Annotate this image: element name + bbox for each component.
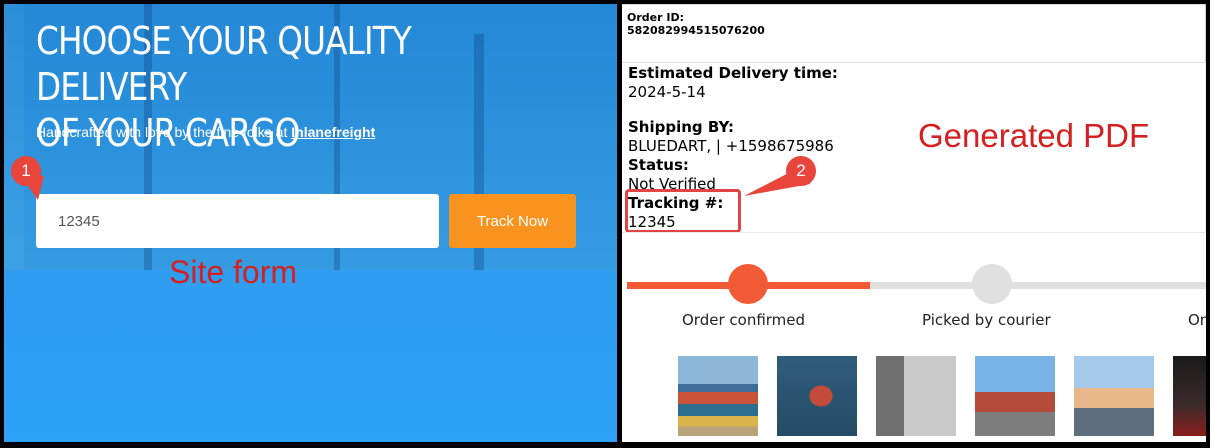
tagline-text: Handcrafted with love by the fine folks …	[36, 124, 292, 140]
step-dot-order-confirmed	[728, 264, 768, 304]
thumbnail-partial	[1173, 356, 1206, 436]
divider	[1205, 4, 1206, 62]
divider	[1205, 62, 1206, 232]
shipping-by-label: Shipping BY:	[628, 118, 735, 136]
divider	[622, 4, 1206, 5]
thumbnail-cargo-ship	[777, 356, 857, 436]
estimated-delivery-value: 2024-5-14	[628, 83, 706, 101]
screenshot-frame: CHOOSE YOUR QUALITY DELIVERY OF YOUR CAR…	[0, 0, 1210, 448]
step-label-picked-by-courier: Picked by courier	[922, 311, 1051, 329]
tracking-number-input[interactable]	[36, 194, 439, 248]
status-label: Status:	[628, 156, 689, 174]
tracking-highlight-box	[625, 189, 741, 233]
step-label-order-confirmed: Order confirmed	[682, 311, 806, 329]
estimated-delivery-label: Estimated Delivery time:	[628, 64, 838, 82]
order-id-label: Order ID:	[627, 11, 684, 24]
inlanefreight-link[interactable]: Inlanefreight	[291, 124, 375, 140]
order-id-value: 582082994515076200	[627, 24, 765, 37]
site-hero-panel: CHOOSE YOUR QUALITY DELIVERY OF YOUR CAR…	[4, 4, 617, 442]
step-dot-picked-by-courier	[972, 264, 1012, 304]
marker-2: 2	[786, 156, 816, 186]
divider	[622, 232, 1206, 233]
divider	[622, 62, 1206, 63]
generated-pdf-panel: Order ID: 582082994515076200 Estimated D…	[622, 4, 1206, 442]
thumbnail-container-yard	[678, 356, 758, 436]
hero-tagline: Handcrafted with love by the fine folks …	[36, 124, 375, 140]
headline-line-1: CHOOSE YOUR QUALITY DELIVERY	[36, 19, 412, 109]
step-label-next: On	[1188, 311, 1206, 329]
marker-1: 1	[11, 156, 41, 186]
thumbnail-semi-trucks	[975, 356, 1055, 436]
track-now-button[interactable]: Track Now	[449, 194, 576, 248]
site-form-annotation: Site form	[169, 254, 298, 290]
generated-pdf-annotation: Generated PDF	[918, 117, 1150, 154]
thumbnail-truck-driver	[876, 356, 956, 436]
shipping-by-value: BLUEDART, | +1598675986	[628, 137, 834, 155]
thumbnail-cargo-plane	[1074, 356, 1154, 436]
